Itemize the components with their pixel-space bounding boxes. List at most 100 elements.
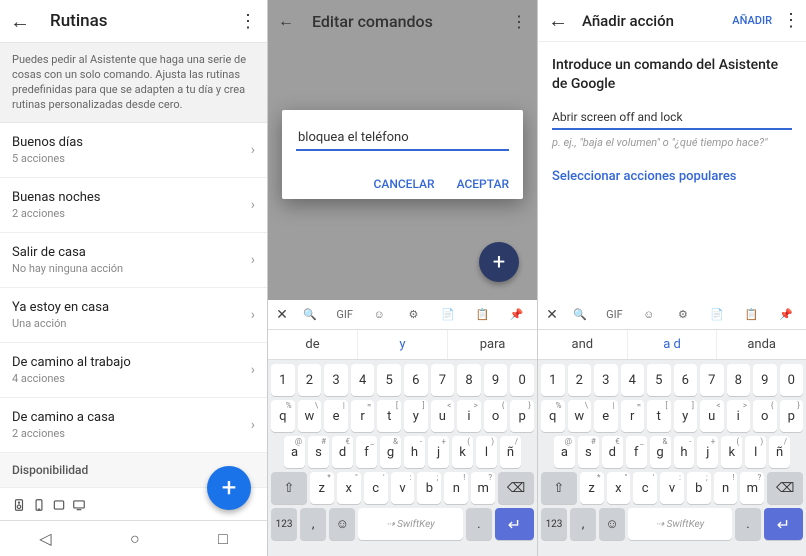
toolbar-icon-4[interactable]: 📄 xyxy=(701,308,733,321)
suggestion[interactable]: para xyxy=(448,330,537,359)
key-y[interactable]: ]y xyxy=(674,400,698,432)
key-g[interactable]: &g xyxy=(380,436,401,468)
more-icon[interactable]: ⋮ xyxy=(511,12,527,31)
toolbar-icon-5[interactable]: 📋 xyxy=(735,308,767,321)
routine-item[interactable]: Ya estoy en casaUna acción› xyxy=(0,288,267,343)
shift-key[interactable]: ⇧ xyxy=(271,472,307,504)
key-b[interactable]: ;b xyxy=(417,472,441,504)
nav-home-icon[interactable]: ○ xyxy=(130,529,140,549)
key-h[interactable]: -h xyxy=(404,436,425,468)
shift-key[interactable]: ⇧ xyxy=(541,472,577,504)
key-v[interactable]: :v xyxy=(391,472,415,504)
routine-item[interactable]: Salir de casaNo hay ninguna acción› xyxy=(0,233,267,288)
back-icon[interactable]: ← xyxy=(10,9,30,34)
key-e[interactable]: |e xyxy=(324,400,348,432)
cancel-button[interactable]: CANCELAR xyxy=(374,177,435,191)
suggestion[interactable]: y xyxy=(358,330,448,359)
key-8[interactable]: 8 xyxy=(727,364,751,396)
key-3[interactable]: 3 xyxy=(324,364,348,396)
key-a[interactable]: @a xyxy=(284,436,305,468)
key-4[interactable]: 4 xyxy=(621,364,645,396)
comma-key[interactable]: , xyxy=(570,508,596,540)
key-7[interactable]: 7 xyxy=(431,364,455,396)
key-d[interactable]: €d xyxy=(332,436,353,468)
comma-key[interactable]: , xyxy=(300,508,326,540)
key-o[interactable]: {o xyxy=(484,400,508,432)
routine-item[interactable]: Buenas noches2 acciones› xyxy=(0,178,267,233)
key-2[interactable]: 2 xyxy=(298,364,322,396)
key-g[interactable]: &g xyxy=(650,436,671,468)
key-z[interactable]: *z xyxy=(310,472,334,504)
key-6[interactable]: 6 xyxy=(404,364,428,396)
key-u[interactable]: <u xyxy=(431,400,455,432)
key-v[interactable]: :v xyxy=(660,472,684,504)
key-y[interactable]: ]y xyxy=(404,400,428,432)
key-f[interactable]: _f xyxy=(626,436,647,468)
key-x[interactable]: "x xyxy=(607,472,631,504)
key-0[interactable]: 0 xyxy=(780,364,804,396)
key-c[interactable]: 'c xyxy=(364,472,388,504)
accept-button[interactable]: ACEPTAR xyxy=(457,177,509,191)
key-r[interactable]: =r xyxy=(351,400,375,432)
emoji-key[interactable]: ☺ xyxy=(329,508,355,540)
key-s[interactable]: #s xyxy=(308,436,329,468)
add-routine-fab[interactable]: + xyxy=(207,466,251,510)
key-w[interactable]: \w xyxy=(298,400,322,432)
key-l[interactable]: )l xyxy=(476,436,497,468)
suggestion[interactable]: de xyxy=(268,330,358,359)
space-key[interactable]: ⇢ SwiftKey xyxy=(628,508,732,540)
key-4[interactable]: 4 xyxy=(351,364,375,396)
back-icon[interactable]: ← xyxy=(548,8,568,33)
key-w[interactable]: \w xyxy=(568,400,592,432)
backspace-key[interactable]: ⌫ xyxy=(767,472,803,504)
key-l[interactable]: )l xyxy=(745,436,766,468)
key-5[interactable]: 5 xyxy=(377,364,401,396)
toolbar-icon-2[interactable]: ☺ xyxy=(363,308,395,321)
key-h[interactable]: -h xyxy=(674,436,695,468)
toolbar-icon-6[interactable]: 📌 xyxy=(501,308,533,321)
key-o[interactable]: {o xyxy=(753,400,777,432)
add-command-fab[interactable]: + xyxy=(479,242,519,282)
key-z[interactable]: *z xyxy=(580,472,604,504)
key-k[interactable]: (k xyxy=(721,436,742,468)
key-i[interactable]: >i xyxy=(727,400,751,432)
toolbar-icon-3[interactable]: ⚙ xyxy=(397,308,429,321)
enter-key[interactable]: ↵ xyxy=(764,508,803,540)
toolbar-icon-6[interactable]: 📌 xyxy=(770,308,802,321)
key-u[interactable]: <u xyxy=(700,400,724,432)
key-8[interactable]: 8 xyxy=(457,364,481,396)
key-r[interactable]: =r xyxy=(621,400,645,432)
key-t[interactable]: [t xyxy=(377,400,401,432)
key-a[interactable]: @a xyxy=(554,436,575,468)
toolbar-icon-5[interactable]: 📋 xyxy=(466,308,498,321)
key-t[interactable]: [t xyxy=(647,400,671,432)
key-9[interactable]: 9 xyxy=(753,364,777,396)
toolbar-icon-1[interactable]: GIF xyxy=(328,308,360,321)
command-input[interactable] xyxy=(296,126,509,151)
key-s[interactable]: #s xyxy=(578,436,599,468)
nav-back-icon[interactable]: ◁ xyxy=(39,529,51,548)
key-e[interactable]: |e xyxy=(594,400,618,432)
key-q[interactable]: %q xyxy=(271,400,295,432)
key-j[interactable]: +j xyxy=(697,436,718,468)
toolbar-icon-1[interactable]: GIF xyxy=(598,308,630,321)
routine-item[interactable]: Buenos días5 acciones› xyxy=(0,123,267,178)
key-ñ[interactable]: /ñ xyxy=(500,436,521,468)
key-6[interactable]: 6 xyxy=(674,364,698,396)
key-p[interactable]: }p xyxy=(510,400,534,432)
key-p[interactable]: }p xyxy=(780,400,804,432)
key-3[interactable]: 3 xyxy=(594,364,618,396)
period-key[interactable]: . xyxy=(735,508,761,540)
suggestion[interactable]: anda xyxy=(717,330,806,359)
key-n[interactable]: !n xyxy=(714,472,738,504)
key-d[interactable]: €d xyxy=(602,436,623,468)
key-9[interactable]: 9 xyxy=(484,364,508,396)
symbols-key[interactable]: 123 xyxy=(541,508,567,540)
key-n[interactable]: !n xyxy=(444,472,468,504)
key-1[interactable]: 1 xyxy=(271,364,295,396)
close-icon[interactable]: ✕ xyxy=(272,307,292,323)
key-1[interactable]: 1 xyxy=(541,364,565,396)
key-f[interactable]: _f xyxy=(356,436,377,468)
routine-item[interactable]: De camino a casa2 acciones› xyxy=(0,398,267,453)
key-2[interactable]: 2 xyxy=(568,364,592,396)
